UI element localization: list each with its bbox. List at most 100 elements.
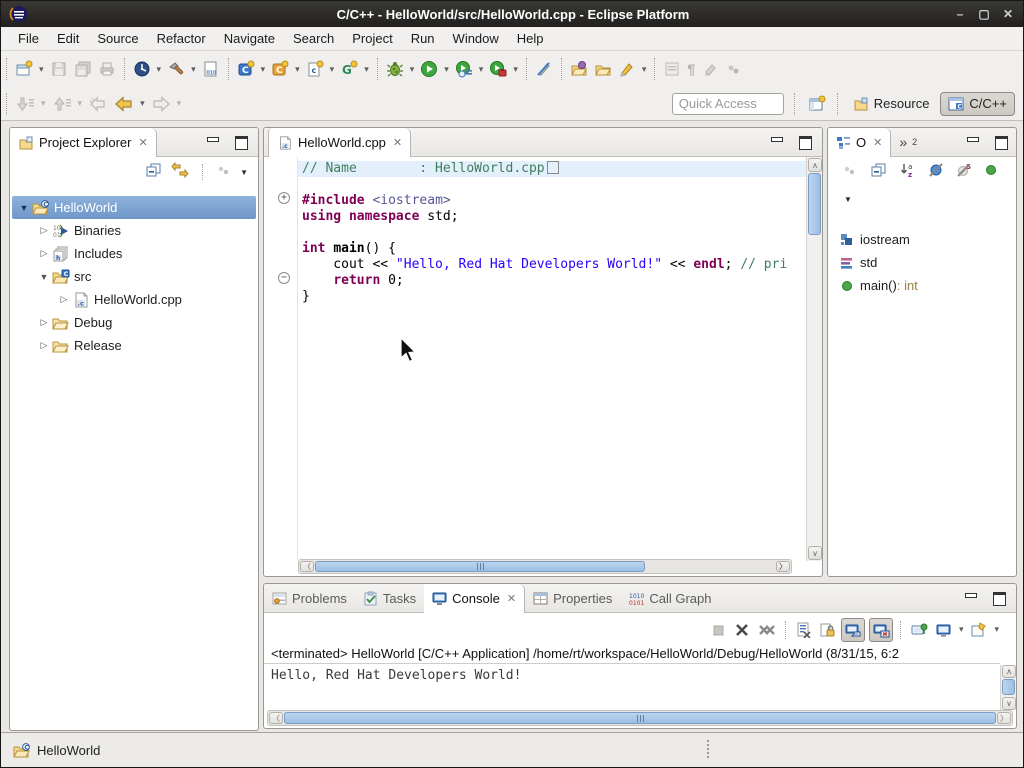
menu-refactor[interactable]: Refactor bbox=[148, 29, 215, 48]
minimize-editor-button[interactable] bbox=[770, 135, 783, 147]
tab-problems[interactable]: Problems bbox=[264, 584, 355, 612]
open-perspective-button[interactable] bbox=[806, 91, 828, 117]
tree-item-helloworld-cpp[interactable]: ▷ .c HelloWorld.cpp bbox=[12, 288, 256, 311]
close-icon[interactable]: ✕ bbox=[138, 136, 147, 149]
link-editor-button[interactable] bbox=[171, 162, 189, 183]
console-hscrollbar[interactable]: 〈 〉 bbox=[267, 710, 1013, 726]
run-dropdown[interactable]: ▾ bbox=[444, 64, 449, 75]
tree-item-src[interactable]: ▼ C src bbox=[12, 265, 256, 288]
minimize-view-button[interactable] bbox=[964, 591, 977, 603]
previous-annotation-button[interactable] bbox=[50, 91, 74, 117]
scroll-up-button[interactable]: ∧ bbox=[1002, 665, 1016, 678]
view-options-button[interactable] bbox=[216, 162, 232, 183]
last-edit-location-button[interactable] bbox=[86, 91, 110, 117]
binary-button[interactable]: 010 bbox=[200, 56, 222, 82]
view-options-button[interactable] bbox=[842, 162, 858, 183]
target-dropdown[interactable]: ▾ bbox=[157, 64, 162, 75]
menu-project[interactable]: Project bbox=[343, 29, 401, 48]
clear-console-button[interactable] bbox=[793, 618, 813, 642]
close-icon[interactable]: ✕ bbox=[873, 136, 882, 149]
new-cpp-class-button[interactable]: C bbox=[269, 56, 291, 82]
hide-static-button[interactable]: S bbox=[956, 162, 972, 183]
tab-project-explorer[interactable]: Project Explorer ✕ bbox=[10, 128, 157, 157]
maximize-view-button[interactable] bbox=[995, 135, 1008, 147]
forward-button[interactable] bbox=[149, 91, 173, 117]
code-area[interactable]: // Name : HelloWorld.cpp #include <iostr… bbox=[298, 157, 806, 561]
display-console-dropdown[interactable]: ▾ bbox=[959, 624, 964, 635]
debug-button[interactable] bbox=[384, 56, 406, 82]
folded-region-box[interactable] bbox=[547, 161, 559, 174]
display-console-button[interactable] bbox=[934, 618, 954, 642]
perspective-cpp-button[interactable]: C C/C++ bbox=[940, 92, 1015, 116]
scroll-lock-button[interactable] bbox=[817, 618, 837, 642]
debug-dropdown[interactable]: ▾ bbox=[410, 64, 415, 75]
scroll-up-button[interactable]: ∧ bbox=[808, 158, 822, 172]
tree-item-includes[interactable]: ▷ h Includes bbox=[12, 242, 256, 265]
perspective-resource-button[interactable]: Resource bbox=[846, 93, 937, 115]
tab-console[interactable]: Console ✕ bbox=[424, 584, 525, 613]
maximize-editor-button[interactable] bbox=[799, 135, 812, 147]
expander-icon[interactable]: ▷ bbox=[38, 225, 50, 236]
scroll-down-button[interactable]: ∨ bbox=[808, 546, 822, 560]
back-dropdown[interactable]: ▾ bbox=[140, 98, 145, 109]
outline-item-std[interactable]: std bbox=[836, 251, 1014, 274]
format-button[interactable] bbox=[699, 56, 721, 82]
vscroll-thumb[interactable] bbox=[1002, 679, 1015, 695]
next-annotation-button[interactable] bbox=[13, 91, 37, 117]
open-element-button[interactable] bbox=[568, 56, 590, 82]
new-c-file-dropdown[interactable]: ▾ bbox=[330, 64, 335, 75]
expander-icon[interactable]: ▼ bbox=[18, 203, 30, 213]
maximize-view-button[interactable] bbox=[235, 135, 248, 147]
menu-help[interactable]: Help bbox=[508, 29, 553, 48]
expander-icon[interactable]: ▷ bbox=[38, 340, 50, 351]
pin-console-button[interactable] bbox=[908, 618, 930, 642]
sort-button[interactable]: az bbox=[900, 162, 916, 183]
minimize-button[interactable]: – bbox=[953, 7, 967, 21]
hscroll-thumb[interactable] bbox=[284, 712, 996, 724]
collapse-all-button[interactable] bbox=[145, 162, 163, 183]
build-dropdown[interactable]: ▾ bbox=[191, 64, 196, 75]
external-tools-dropdown[interactable]: ▾ bbox=[513, 64, 518, 75]
run-button[interactable] bbox=[418, 56, 440, 82]
menu-file[interactable]: File bbox=[9, 29, 48, 48]
previous-annotation-dropdown[interactable]: ▾ bbox=[78, 98, 83, 109]
scroll-left-button[interactable]: 〈 bbox=[269, 712, 283, 724]
vscroll-thumb[interactable] bbox=[808, 173, 821, 235]
quick-access-input[interactable] bbox=[672, 93, 784, 115]
scroll-right-button[interactable]: 〉 bbox=[997, 712, 1011, 724]
expander-icon[interactable]: ▼ bbox=[38, 272, 50, 282]
new-c-project-button[interactable]: C bbox=[235, 56, 257, 82]
tab-tasks[interactable]: Tasks bbox=[355, 584, 424, 612]
tab-helloworld-cpp[interactable]: .c HelloWorld.cpp ✕ bbox=[268, 128, 411, 157]
tab-call-graph[interactable]: 10100101 Call Graph bbox=[620, 584, 719, 612]
menu-edit[interactable]: Edit bbox=[48, 29, 88, 48]
save-all-button[interactable] bbox=[72, 56, 94, 82]
expander-icon[interactable]: ▷ bbox=[38, 248, 50, 259]
remove-all-terminated-button[interactable] bbox=[756, 618, 778, 642]
hide-fields-button[interactable] bbox=[928, 162, 944, 183]
profile-button[interactable] bbox=[453, 56, 475, 82]
terminate-button[interactable] bbox=[708, 618, 728, 642]
external-tools-button[interactable] bbox=[487, 56, 509, 82]
menu-navigate[interactable]: Navigate bbox=[215, 29, 284, 48]
hscroll-thumb[interactable] bbox=[315, 561, 645, 572]
block-selection-button[interactable] bbox=[661, 56, 683, 82]
tree-item-debug[interactable]: ▷ Debug bbox=[12, 311, 256, 334]
collapse-all-button[interactable] bbox=[870, 162, 888, 183]
open-console-dropdown[interactable]: ▾ bbox=[994, 624, 999, 635]
outline-item-iostream[interactable]: iostream bbox=[836, 228, 1014, 251]
tab-properties[interactable]: Properties bbox=[525, 584, 620, 612]
back-button[interactable] bbox=[112, 91, 136, 117]
build-button[interactable] bbox=[165, 56, 187, 82]
scroll-right-button[interactable]: 〉 bbox=[776, 561, 790, 572]
menu-run[interactable]: Run bbox=[402, 29, 444, 48]
console-vscrollbar[interactable]: ∧ ∨ bbox=[1000, 665, 1016, 710]
show-whitespace-button[interactable]: ¶ bbox=[685, 56, 697, 82]
open-console-button[interactable] bbox=[968, 618, 989, 642]
statusbar-drag-handle[interactable] bbox=[707, 740, 709, 758]
editor-vscrollbar[interactable]: ∧ ∨ bbox=[806, 157, 822, 561]
new-make-target-dropdown[interactable]: ▾ bbox=[364, 64, 369, 75]
menu-window[interactable]: Window bbox=[444, 29, 508, 48]
maximize-button[interactable]: ▢ bbox=[977, 7, 991, 21]
outline-item-main[interactable]: main() : int bbox=[836, 274, 1014, 297]
